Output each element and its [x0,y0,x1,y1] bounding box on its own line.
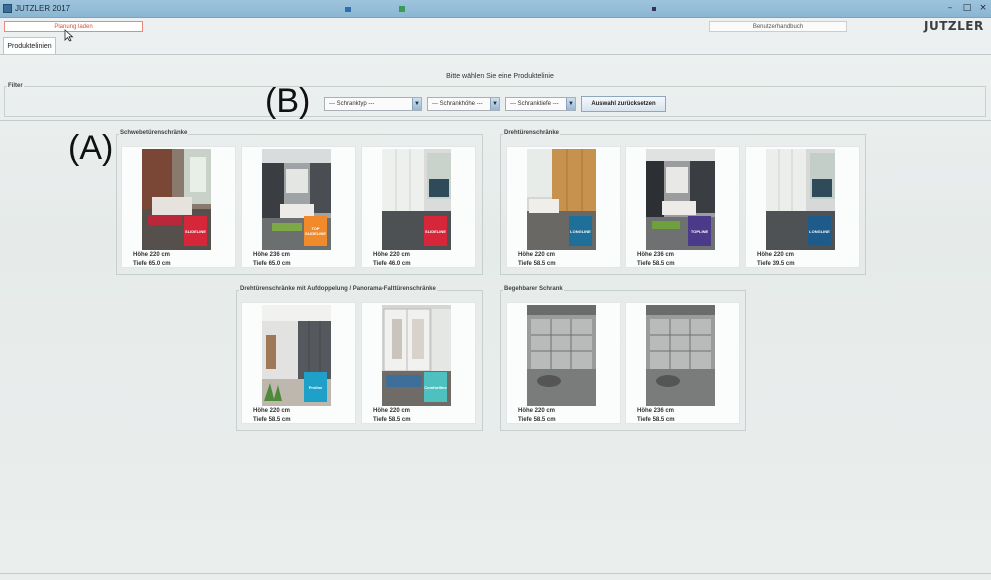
product-card[interactable]: Höhe 220 cm Tiefe 58.5 cm [506,302,621,424]
bottom-border [0,573,991,574]
product-depth: Tiefe 65.0 cm [253,261,291,267]
product-depth: Tiefe 58.5 cm [373,417,411,423]
product-height: Höhe 220 cm [373,252,411,258]
window-titlebar: JUTZLER 2017 – □ × [0,0,991,18]
chevron-down-icon: ▼ [412,98,421,110]
product-badge: Comfortline [424,372,447,402]
close-icon[interactable]: × [977,3,989,14]
schrankhoehe-select[interactable]: --- Schrankhöhe --- ▼ [427,97,500,111]
product-image [527,305,596,406]
taskbar-icon [399,6,405,12]
product-image [646,305,715,406]
product-height: Höhe 220 cm [133,252,171,258]
product-badge: TOPLINE [688,216,711,246]
product-badge: LONGLINE [569,216,592,246]
jutzler-logo: JUTZLER [924,19,984,33]
product-image: SLIDELINE [142,149,211,250]
product-card[interactable]: SLIDELINE Höhe 220 cm Tiefe 65.0 cm [121,146,236,268]
group-title: Schwebetürenschränke [119,130,189,136]
schranktiefe-value: --- Schranktiefe --- [510,101,559,107]
product-card[interactable]: Comfortline Höhe 220 cm Tiefe 58.5 cm [361,302,476,424]
product-height: Höhe 236 cm [253,252,291,258]
annotation-a: (A) [68,129,114,167]
product-height: Höhe 236 cm [637,252,675,258]
filter-label: Filter [7,83,24,89]
product-card[interactable]: SLIDELINE Höhe 220 cm Tiefe 46.0 cm [361,146,476,268]
minimize-icon[interactable]: – [944,3,956,14]
reset-selection-button[interactable]: Auswahl zurücksetzen [581,96,666,112]
product-height: Höhe 220 cm [757,252,795,258]
product-image: Proline [262,305,331,406]
product-depth: Tiefe 58.5 cm [518,417,556,423]
product-image: LONGLINE [766,149,835,250]
schrankhoehe-value: --- Schrankhöhe --- [432,101,483,107]
product-card[interactable]: TOP SLIDELINE Höhe 236 cm Tiefe 65.0 cm [241,146,356,268]
product-badge: TOP SLIDELINE [304,216,327,246]
schranktyp-value: --- Schranktyp --- [329,101,375,107]
selection-prompt: Bitte wählen Sie eine Produktelinie [446,73,554,80]
product-height: Höhe 236 cm [637,408,675,414]
product-depth: Tiefe 58.5 cm [518,261,556,267]
product-depth: Tiefe 39.5 cm [757,261,795,267]
product-image: Comfortline [382,305,451,406]
product-depth: Tiefe 58.5 cm [253,417,291,423]
product-badge: LONGLINE [808,216,831,246]
product-badge: SLIDELINE [184,216,207,246]
product-image: LONGLINE [527,149,596,250]
product-image: SLIDELINE [382,149,451,250]
product-card[interactable]: TOPLINE Höhe 236 cm Tiefe 58.5 cm [625,146,740,268]
chevron-down-icon: ▼ [566,98,575,110]
schranktiefe-select[interactable]: --- Schranktiefe --- ▼ [505,97,576,111]
product-depth: Tiefe 58.5 cm [637,417,675,423]
section-divider [0,120,991,121]
product-card[interactable]: Höhe 236 cm Tiefe 58.5 cm [625,302,740,424]
tab-produktelinien[interactable]: Produktelinien [3,37,56,55]
schranktyp-select[interactable]: --- Schranktyp --- ▼ [324,97,422,111]
product-height: Höhe 220 cm [253,408,291,414]
taskbar-icon [345,7,351,12]
product-badge: SLIDELINE [424,216,447,246]
product-depth: Tiefe 65.0 cm [133,261,171,267]
group-title: Drehtürenschränke [503,130,561,136]
product-card[interactable]: LONGLINE Höhe 220 cm Tiefe 39.5 cm [745,146,860,268]
group-title: Begehbarer Schrank [503,286,564,292]
window-title: JUTZLER 2017 [15,4,71,13]
app-icon [3,4,12,13]
product-card[interactable]: Proline Höhe 220 cm Tiefe 58.5 cm [241,302,356,424]
product-card[interactable]: LONGLINE Höhe 220 cm Tiefe 58.5 cm [506,146,621,268]
annotation-b: (B) [265,82,311,120]
product-image: TOP SLIDELINE [262,149,331,250]
product-depth: Tiefe 58.5 cm [637,261,675,267]
mouse-cursor-icon [64,29,74,42]
product-badge: Proline [304,372,327,402]
user-manual-button[interactable]: Benutzerhandbuch [709,21,847,32]
tab-divider [0,54,991,55]
product-depth: Tiefe 46.0 cm [373,261,411,267]
maximize-icon[interactable]: □ [961,3,973,14]
product-image: TOPLINE [646,149,715,250]
group-title: Drehtürenschränke mit Aufdoppelung / Pan… [239,286,437,292]
product-height: Höhe 220 cm [373,408,411,414]
product-height: Höhe 220 cm [518,252,556,258]
product-height: Höhe 220 cm [518,408,556,414]
taskbar-icon [652,7,656,11]
chevron-down-icon: ▼ [490,98,499,110]
